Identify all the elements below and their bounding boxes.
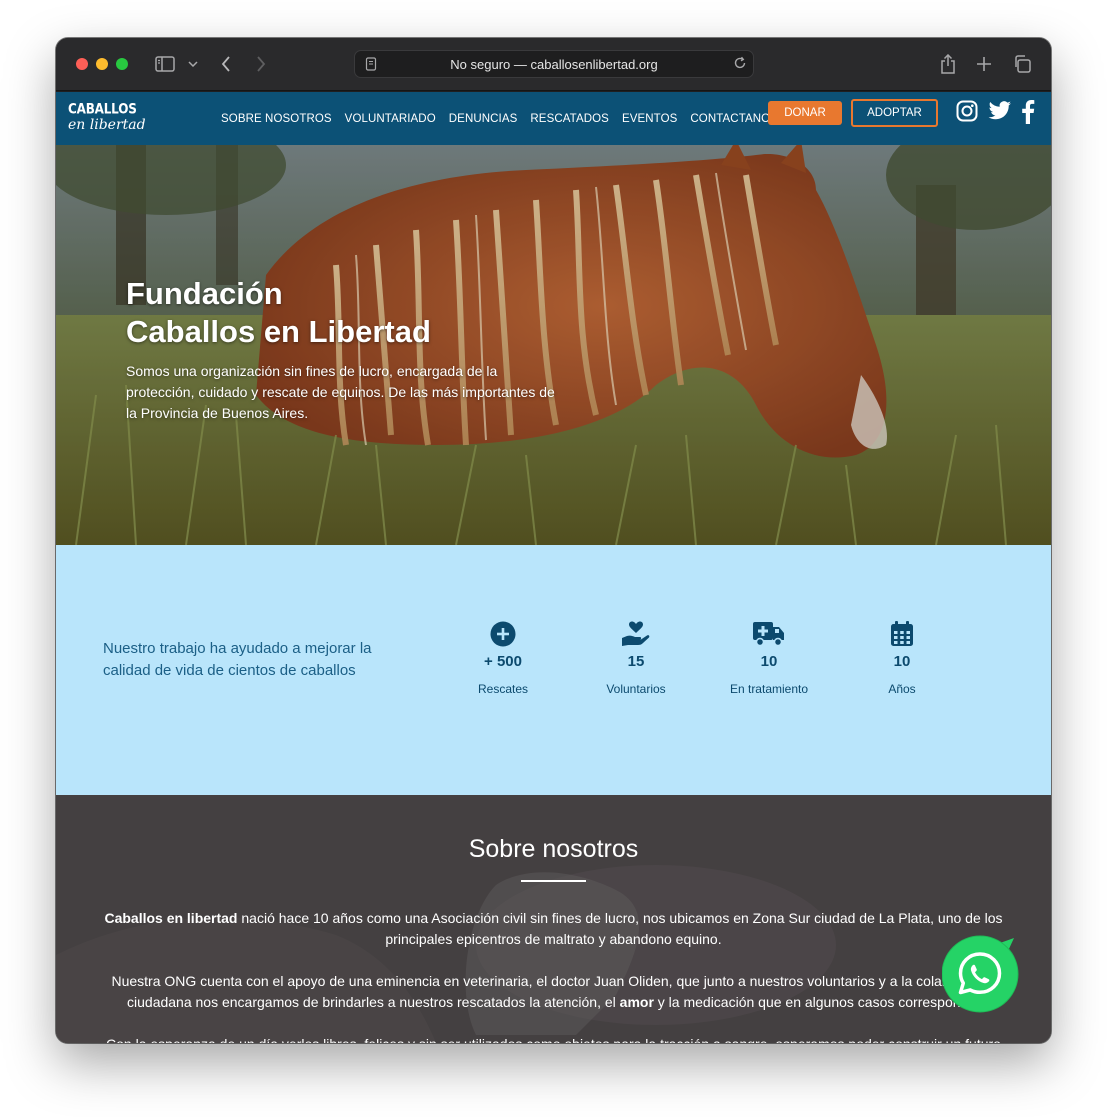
- adoptar-button[interactable]: ADOPTAR: [851, 99, 938, 127]
- browser-titlebar: No seguro — caballosenlibertad.org: [56, 38, 1051, 91]
- plus-circle-icon: [443, 621, 563, 647]
- whatsapp-button[interactable]: [941, 934, 1022, 1014]
- nav-eventos[interactable]: EVENTOS: [622, 113, 677, 125]
- stat-en-tratamiento: 10 En tratamiento: [709, 621, 829, 696]
- stat-anos: 10 Años: [842, 621, 962, 696]
- nav-rescatados[interactable]: RESCATADOS: [530, 113, 609, 125]
- page-info-icon[interactable]: [365, 57, 377, 74]
- nav-links: SOBRE NOSOTROS VOLUNTARIADO DENUNCIAS RE…: [221, 92, 791, 145]
- stat-voluntarios: 15 Voluntarios: [576, 621, 696, 696]
- instagram-icon[interactable]: [956, 100, 978, 127]
- ambulance-icon: [709, 621, 829, 647]
- about-title: Sobre nosotros: [468, 835, 639, 863]
- stats-section: Nuestro trabajo ha ayudado a mejorar la …: [56, 545, 1051, 795]
- nav-denuncias[interactable]: DENUNCIAS: [449, 113, 518, 125]
- address-bar[interactable]: No seguro — caballosenlibertad.org: [354, 50, 754, 78]
- about-paragraph-3: Con la esperanza de un día verlos libres…: [86, 1034, 1021, 1043]
- close-window-button[interactable]: [76, 58, 88, 70]
- hero-title: Fundación Caballos en Libertad: [126, 276, 431, 349]
- twitter-icon[interactable]: [988, 100, 1012, 127]
- forward-icon[interactable]: [251, 52, 271, 76]
- reload-icon[interactable]: [733, 56, 747, 73]
- hero-text: Fundación Caballos en Libertad Somos una…: [126, 275, 556, 424]
- back-icon[interactable]: [216, 52, 236, 76]
- facebook-icon[interactable]: [1021, 100, 1035, 129]
- chevron-down-icon[interactable]: [185, 52, 201, 76]
- hero-section: Fundación Caballos en Libertad Somos una…: [56, 145, 1051, 545]
- about-paragraph-2: Nuestra ONG cuenta con el apoyo de una e…: [111, 973, 996, 1010]
- site-logo[interactable]: CABALLOS en libertad: [68, 101, 146, 133]
- hand-heart-icon: [576, 621, 696, 647]
- sidebar-toggle-icon[interactable]: [153, 52, 177, 76]
- zoom-window-button[interactable]: [116, 58, 128, 70]
- browser-window: No seguro — caballosenlibertad.org CABAL…: [56, 38, 1051, 1043]
- stats-lead-text: Nuestro trabajo ha ayudado a mejorar la …: [103, 640, 372, 679]
- stat-rescates: + 500 Rescates: [443, 621, 563, 696]
- url-text: No seguro — caballosenlibertad.org: [450, 56, 658, 72]
- about-section: Sobre nosotros Caballos en libertad naci…: [56, 795, 1051, 1043]
- title-divider: [521, 880, 586, 882]
- share-icon[interactable]: [938, 52, 958, 76]
- minimize-window-button[interactable]: [96, 58, 108, 70]
- hero-description: Somos una organización sin fines de lucr…: [126, 363, 555, 421]
- calendar-icon: [842, 621, 962, 647]
- new-tab-icon[interactable]: [974, 52, 994, 76]
- tab-overview-icon[interactable]: [1012, 52, 1032, 76]
- nav-contactanos[interactable]: CONTACTANOS: [690, 113, 778, 125]
- nav-sobre-nosotros[interactable]: SOBRE NOSOTROS: [221, 113, 332, 125]
- nav-voluntariado[interactable]: VOLUNTARIADO: [345, 113, 436, 125]
- donar-button[interactable]: DONAR: [768, 101, 842, 125]
- whatsapp-icon: [941, 935, 1019, 1013]
- about-paragraph-1: Caballos en libertad nació hace 10 años …: [104, 910, 1003, 947]
